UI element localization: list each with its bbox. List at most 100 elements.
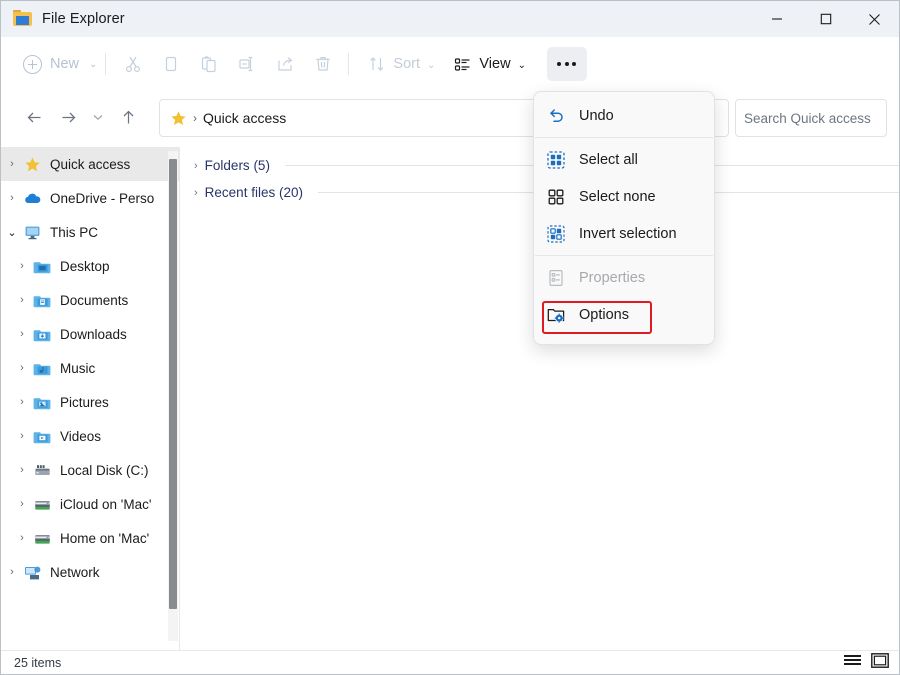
chevron-right-icon[interactable]: › — [11, 362, 33, 374]
copy-icon[interactable] — [152, 47, 190, 81]
window-controls — [752, 1, 899, 37]
network-icon — [23, 564, 43, 581]
chevron-right-icon[interactable]: › — [1, 192, 23, 204]
chevron-right-icon[interactable]: › — [1, 158, 23, 170]
folder-downloads-icon — [33, 326, 53, 343]
folder-desktop-icon — [33, 258, 53, 275]
chevron-right-icon[interactable]: › — [11, 498, 33, 510]
chevron-right-icon[interactable]: › — [11, 260, 33, 272]
sidebar-item-desktop[interactable]: ›Desktop — [1, 249, 179, 283]
sort-button[interactable]: Sort ⌄ — [359, 47, 444, 81]
menu-item-options[interactable]: Options — [534, 296, 714, 333]
network-drive-icon — [33, 496, 53, 513]
menu-item-label: Select all — [579, 152, 638, 168]
sidebar-item-label: OneDrive - Perso — [50, 191, 154, 206]
plus-icon — [23, 55, 42, 74]
network-drive-icon — [33, 530, 53, 547]
chevron-down-icon: ⌄ — [89, 59, 97, 70]
sidebar-item-documents[interactable]: ›Documents — [1, 283, 179, 317]
chevron-right-icon[interactable]: › — [11, 464, 33, 476]
chevron-down-icon: ⌄ — [518, 60, 526, 71]
invert-selection-icon — [546, 224, 566, 244]
view-button[interactable]: View ⌄ — [444, 47, 535, 81]
menu-separator — [535, 255, 713, 256]
toolbar-divider — [105, 53, 106, 75]
menu-item-label: Undo — [579, 108, 614, 124]
cut-icon[interactable] — [114, 47, 152, 81]
up-button[interactable] — [111, 100, 145, 134]
star-icon — [23, 156, 43, 173]
chevron-down-icon[interactable]: ⌄ — [1, 226, 23, 239]
drive-icon — [33, 462, 53, 479]
chevron-right-icon[interactable]: › — [11, 328, 33, 340]
group-header-label: Folders (5) — [205, 158, 270, 173]
sidebar-item-label: Downloads — [60, 327, 127, 342]
search-input[interactable]: Search Quick access — [735, 99, 887, 137]
new-button[interactable]: New ⌄ — [23, 48, 97, 80]
sidebar-item-downloads[interactable]: › Downloads — [1, 317, 179, 351]
menu-item-undo[interactable]: Undo — [534, 97, 714, 134]
chevron-right-icon[interactable]: › — [194, 160, 198, 172]
sidebar-item-label: Home on 'Mac' — [60, 531, 149, 546]
large-icons-view-icon[interactable] — [871, 653, 889, 673]
sidebar-item-pictures[interactable]: › Pictures — [1, 385, 179, 419]
sidebar-item-icloud-on-mac[interactable]: ›iCloud on 'Mac' — [1, 487, 179, 521]
menu-item-label: Properties — [579, 270, 645, 286]
menu-item-label: Select none — [579, 189, 656, 205]
see-more-menu: Undo Select all Select none Invert selectio… — [533, 91, 715, 345]
share-icon[interactable] — [266, 47, 304, 81]
options-icon — [546, 305, 566, 325]
chevron-down-icon: ⌄ — [427, 60, 435, 71]
sidebar-item-label: Quick access — [50, 157, 130, 172]
forward-button[interactable] — [51, 100, 85, 134]
chevron-right-icon[interactable]: › — [11, 532, 33, 544]
see-more-button[interactable] — [547, 47, 587, 81]
select-all-icon — [546, 150, 566, 170]
breadcrumb-current[interactable]: Quick access — [203, 110, 286, 126]
sidebar-item-label: Pictures — [60, 395, 109, 410]
rename-icon[interactable] — [228, 47, 266, 81]
chevron-right-icon[interactable]: › — [11, 430, 33, 442]
sidebar-item-this-pc[interactable]: ⌄This PC — [1, 215, 179, 249]
sidebar-item-network[interactable]: › Network — [1, 555, 179, 589]
sidebar-item-music[interactable]: ›Music — [1, 351, 179, 385]
ellipsis-dot — [557, 62, 561, 66]
chevron-right-icon[interactable]: › — [1, 566, 23, 578]
breadcrumb-separator: › — [193, 111, 197, 125]
menu-item-select-none[interactable]: Select none — [534, 178, 714, 215]
folder-documents-icon — [33, 292, 53, 309]
sidebar-item-quick-access[interactable]: › Quick access — [1, 147, 179, 181]
command-bar: New ⌄ — [1, 37, 899, 91]
sidebar-item-label: Local Disk (C:) — [60, 463, 149, 478]
group-header-label: Recent files (20) — [205, 185, 303, 200]
minimize-icon[interactable] — [752, 1, 801, 37]
recent-locations-button[interactable] — [85, 100, 111, 134]
paste-icon[interactable] — [190, 47, 228, 81]
status-bar: 25 items — [1, 650, 899, 674]
sidebar-item-label: Videos — [60, 429, 101, 444]
star-icon — [170, 110, 187, 127]
monitor-icon — [23, 224, 43, 241]
folder-pictures-icon — [33, 394, 53, 411]
maximize-icon[interactable] — [801, 1, 850, 37]
folder-icon — [13, 10, 33, 28]
back-button[interactable] — [17, 100, 51, 134]
sidebar-item-home-on-mac[interactable]: › Home on 'Mac' — [1, 521, 179, 555]
menu-item-invert-selection[interactable]: Invert selection — [534, 215, 714, 252]
delete-icon[interactable] — [304, 47, 342, 81]
search-placeholder: Search Quick access — [744, 111, 871, 126]
sidebar-scrollbar-thumb[interactable] — [169, 159, 177, 609]
menu-item-select-all[interactable]: Select all — [534, 141, 714, 178]
close-icon[interactable] — [850, 1, 899, 37]
item-count-label: 25 items — [14, 656, 61, 670]
select-none-icon — [546, 187, 566, 207]
sidebar-item-videos[interactable]: › Videos — [1, 419, 179, 453]
sidebar-item-onedrive-perso[interactable]: › OneDrive - Perso — [1, 181, 179, 215]
chevron-right-icon[interactable]: › — [11, 396, 33, 408]
sidebar-item-label: Network — [50, 565, 100, 580]
chevron-right-icon[interactable]: › — [194, 187, 198, 199]
details-view-icon[interactable] — [844, 654, 861, 673]
chevron-right-icon[interactable]: › — [11, 294, 33, 306]
ellipsis-dot — [565, 62, 569, 66]
sidebar-item-local-disk-c[interactable]: › Local Disk (C:) — [1, 453, 179, 487]
